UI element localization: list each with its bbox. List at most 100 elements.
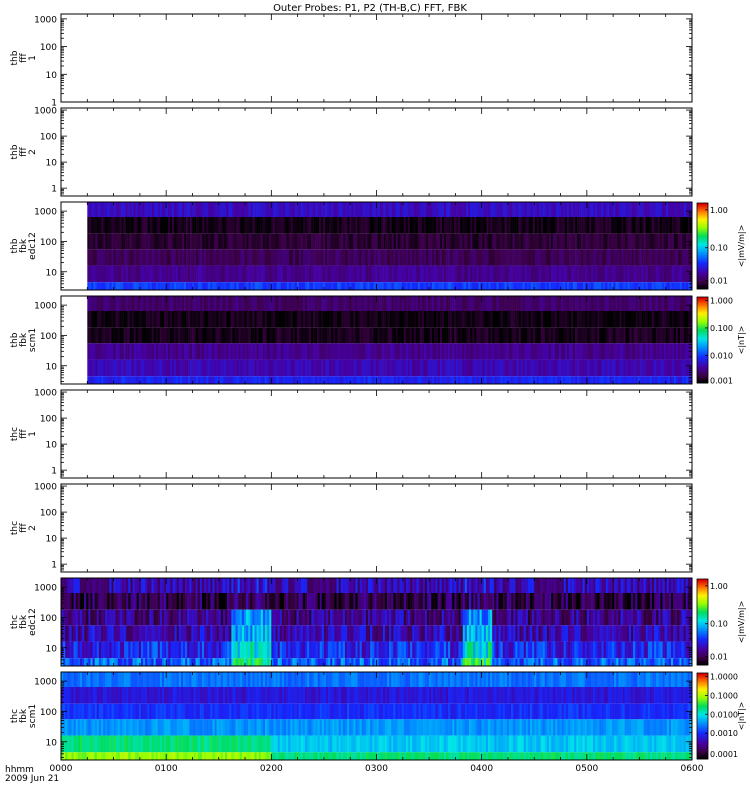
heat-cell bbox=[75, 658, 79, 666]
heat-cell bbox=[111, 249, 114, 266]
heat-cell bbox=[97, 311, 100, 328]
heat-cell bbox=[250, 327, 253, 344]
heat-cell bbox=[494, 233, 497, 250]
heat-cell bbox=[587, 265, 590, 283]
heat-cell bbox=[476, 265, 479, 283]
heat-cell bbox=[466, 217, 469, 234]
heat-cell bbox=[122, 658, 125, 666]
heat-cell bbox=[413, 376, 417, 384]
heat-cell bbox=[230, 282, 233, 290]
heat-cell bbox=[300, 343, 304, 360]
heat-cell bbox=[220, 359, 223, 377]
heat-cell bbox=[167, 376, 171, 384]
heat-cell bbox=[369, 311, 372, 328]
heat-cell bbox=[173, 311, 177, 328]
heat-cell bbox=[204, 282, 207, 290]
heat-cell bbox=[677, 343, 681, 360]
heat-cell bbox=[591, 376, 594, 384]
heat-cell bbox=[413, 202, 417, 217]
heat-cell bbox=[544, 265, 548, 283]
heat-cell bbox=[187, 593, 190, 610]
heat-cell bbox=[294, 217, 298, 234]
heat-cell bbox=[639, 249, 642, 266]
heat-cell bbox=[193, 641, 196, 659]
heat-cell bbox=[220, 658, 224, 666]
heat-cell bbox=[464, 217, 467, 234]
heat-cell bbox=[228, 249, 231, 266]
heat-cell bbox=[530, 233, 534, 250]
heat-cell bbox=[397, 233, 401, 250]
heat-cell bbox=[174, 641, 177, 659]
heat-cell bbox=[581, 233, 584, 250]
heat-cell bbox=[643, 296, 646, 311]
heat-cell bbox=[198, 343, 201, 360]
heat-cell bbox=[474, 327, 477, 344]
heat-cell bbox=[365, 343, 368, 360]
heat-cell bbox=[196, 359, 199, 377]
heat-cell bbox=[210, 217, 213, 234]
heat-cell bbox=[431, 282, 435, 290]
y-axis-label-line: edc12 bbox=[28, 232, 38, 260]
heat-cell bbox=[429, 233, 433, 250]
heat-cell bbox=[246, 593, 249, 610]
heat-cell bbox=[371, 359, 374, 377]
heat-cell bbox=[456, 311, 459, 328]
heat-cell bbox=[195, 593, 199, 610]
heat-cell bbox=[423, 376, 427, 384]
heat-cell bbox=[240, 217, 243, 234]
heat-cell bbox=[673, 343, 677, 360]
heat-cell bbox=[282, 376, 286, 384]
heat-cell bbox=[96, 625, 100, 642]
heat-cell bbox=[313, 202, 316, 217]
heat-cell bbox=[528, 376, 532, 384]
heat-cell bbox=[502, 282, 505, 290]
heat-cell bbox=[536, 311, 540, 328]
heat-cell bbox=[135, 249, 138, 266]
heat-cell bbox=[452, 249, 455, 266]
heat-cell bbox=[675, 217, 679, 234]
heat-cell bbox=[192, 359, 195, 377]
heat-cell bbox=[248, 311, 251, 328]
heat-cell bbox=[115, 202, 118, 217]
heat-cell bbox=[237, 641, 241, 659]
heat-cell bbox=[292, 202, 296, 217]
heat-cell bbox=[669, 202, 673, 217]
heat-cell bbox=[95, 359, 98, 377]
heat-cell bbox=[278, 376, 282, 384]
heat-cell bbox=[272, 296, 276, 311]
heat-cell bbox=[474, 311, 477, 328]
heat-cell bbox=[175, 249, 179, 266]
heat-cell bbox=[367, 376, 370, 384]
heat-cell bbox=[236, 359, 239, 377]
heat-cell bbox=[109, 265, 112, 283]
heat-cell bbox=[224, 249, 227, 266]
heat-cell bbox=[677, 327, 681, 344]
heat-cell bbox=[194, 202, 197, 217]
heat-cell bbox=[329, 265, 332, 283]
heat-cell bbox=[145, 311, 149, 328]
heat-cell bbox=[442, 327, 445, 344]
heat-cell bbox=[298, 343, 302, 360]
heat-cell bbox=[63, 578, 66, 593]
heat-cell bbox=[522, 217, 525, 234]
heat-cell bbox=[639, 282, 642, 290]
heat-cell bbox=[119, 282, 122, 290]
heat-cell bbox=[534, 343, 538, 360]
heat-cell bbox=[246, 296, 249, 311]
heat-cell bbox=[159, 202, 163, 217]
heat-cell bbox=[272, 327, 276, 344]
heat-cell bbox=[671, 343, 675, 360]
heat-cell bbox=[136, 625, 140, 642]
heat-cell bbox=[415, 376, 419, 384]
heat-cell bbox=[649, 327, 652, 344]
heat-cell bbox=[107, 233, 110, 250]
heat-cell bbox=[425, 233, 429, 250]
heat-cell bbox=[353, 249, 356, 266]
heat-cell bbox=[107, 327, 110, 344]
heat-cell bbox=[337, 217, 340, 234]
heat-cell bbox=[244, 249, 247, 266]
heat-cell bbox=[492, 282, 495, 290]
heat-cell bbox=[168, 658, 171, 666]
heat-cell bbox=[151, 593, 154, 610]
heat-cell bbox=[101, 265, 104, 283]
